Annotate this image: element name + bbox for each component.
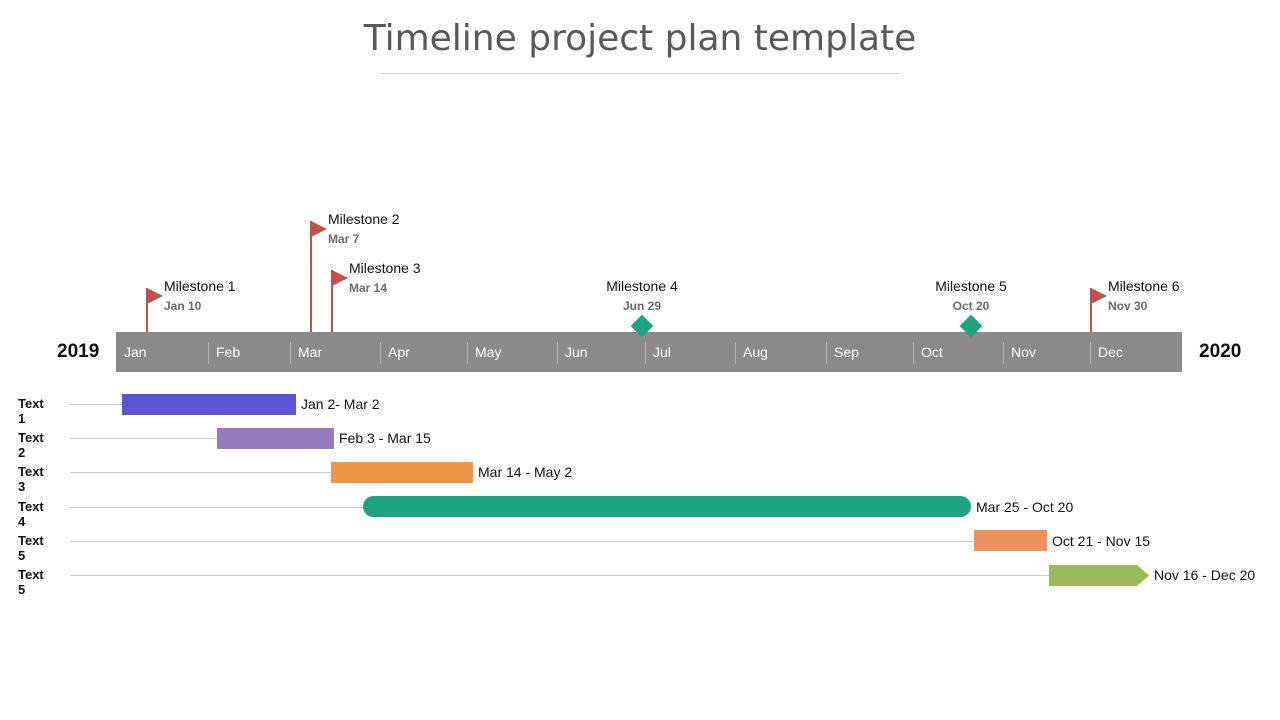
task-name: Text 4 bbox=[18, 498, 44, 529]
task-bar[interactable] bbox=[363, 496, 971, 517]
task-guide-line bbox=[70, 541, 974, 542]
task-guide-line bbox=[70, 404, 122, 405]
task-date-range: Nov 16 - Dec 20 bbox=[1154, 567, 1256, 583]
month-label: Oct bbox=[921, 344, 943, 360]
flag-pole bbox=[310, 221, 312, 332]
milestone-date: Jun 29 bbox=[622, 299, 661, 313]
flag-icon bbox=[311, 221, 327, 237]
month-divider bbox=[913, 342, 914, 364]
month-label: Mar bbox=[298, 344, 323, 360]
task-date-range: Jan 2- Mar 2 bbox=[301, 396, 380, 412]
month-label: Jul bbox=[653, 344, 671, 360]
milestone-label: Milestone 6 bbox=[1108, 278, 1180, 294]
task-bar[interactable] bbox=[974, 530, 1047, 551]
month-label: Apr bbox=[388, 344, 410, 360]
task-name: Text 5 bbox=[18, 567, 44, 597]
task-date-range: Oct 21 - Nov 15 bbox=[1052, 533, 1151, 549]
task-guide-line bbox=[70, 575, 1049, 576]
month-label: Nov bbox=[1011, 344, 1036, 360]
task-name: Text 5 bbox=[18, 532, 44, 563]
month-label: Jan bbox=[124, 344, 147, 360]
timeline-axis: Jan Feb Mar Apr May Jun Jul Aug Sep Oct Nov Dec bbox=[116, 332, 1182, 372]
task-guide-line bbox=[70, 438, 217, 439]
end-year-label: 2020 bbox=[1199, 341, 1242, 362]
month-divider bbox=[645, 342, 646, 364]
month-divider bbox=[1090, 342, 1091, 364]
month-divider bbox=[208, 342, 209, 364]
month-label: Sep bbox=[834, 344, 859, 360]
start-year-label: 2019 bbox=[57, 341, 100, 362]
milestone-date: Mar 14 bbox=[349, 281, 388, 295]
milestone-label: Milestone 2 bbox=[328, 211, 400, 227]
month-divider bbox=[826, 342, 827, 364]
flag-icon bbox=[147, 288, 163, 304]
task-name: Text 1 bbox=[18, 396, 44, 426]
title-divider bbox=[380, 73, 900, 74]
milestone-label: Milestone 5 bbox=[935, 278, 1007, 294]
task-bar[interactable] bbox=[122, 394, 296, 415]
flag-icon bbox=[1091, 288, 1107, 304]
task-bar[interactable] bbox=[331, 462, 473, 483]
month-label: Feb bbox=[216, 344, 241, 360]
task-name: Text 2 bbox=[18, 430, 44, 461]
month-label: Jun bbox=[565, 344, 588, 360]
month-divider bbox=[557, 342, 558, 364]
month-divider bbox=[380, 342, 381, 364]
milestone-label: Milestone 1 bbox=[164, 278, 236, 294]
task-name: Text 3 bbox=[18, 464, 44, 495]
month-label: May bbox=[475, 344, 502, 360]
month-label: Dec bbox=[1098, 344, 1123, 360]
milestone-date: Oct 20 bbox=[952, 299, 990, 313]
flag-icon bbox=[332, 270, 348, 286]
milestone-date: Nov 30 bbox=[1108, 299, 1148, 313]
milestone-label: Milestone 4 bbox=[606, 278, 678, 294]
milestone-label: Milestone 3 bbox=[349, 260, 421, 276]
page-title: Timeline project plan template bbox=[363, 18, 917, 59]
task-date-range: Feb 3 - Mar 15 bbox=[339, 430, 431, 446]
task-bar[interactable] bbox=[1049, 565, 1149, 586]
month-divider bbox=[1003, 342, 1004, 364]
task-bar[interactable] bbox=[217, 428, 334, 449]
month-divider bbox=[735, 342, 736, 364]
month-divider bbox=[467, 342, 468, 364]
task-guide-line bbox=[70, 507, 363, 508]
milestone-date: Mar 7 bbox=[328, 232, 360, 246]
task-date-range: Mar 25 - Oct 20 bbox=[976, 499, 1074, 515]
task-date-range: Mar 14 - May 2 bbox=[478, 464, 573, 480]
month-label: Aug bbox=[743, 344, 768, 360]
task-guide-line bbox=[70, 472, 331, 473]
month-divider bbox=[290, 342, 291, 364]
milestone-date: Jan 10 bbox=[164, 299, 202, 313]
